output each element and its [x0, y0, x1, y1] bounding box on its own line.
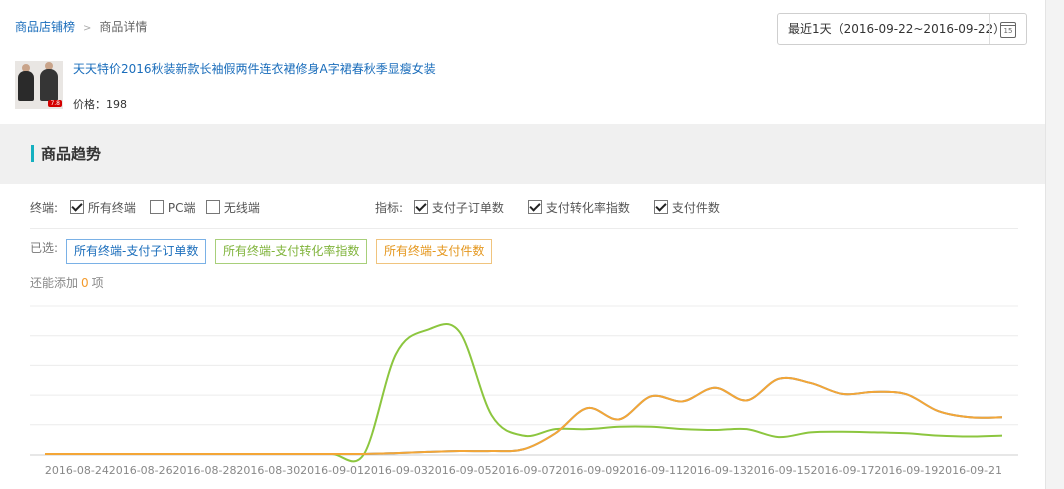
x-tick-label: 2016-08-24: [45, 464, 109, 477]
x-tick-label: 2016-08-30: [236, 464, 300, 477]
x-tick-label: 2016-09-05: [428, 464, 492, 477]
calendar-icon[interactable]: 15: [1000, 22, 1016, 38]
metric-option-pieces[interactable]: 支付件数: [654, 200, 720, 216]
metric-option-conversion[interactable]: 支付转化率指数: [528, 200, 630, 216]
selected-tag-conversion[interactable]: 所有终端-支付转化率指数: [215, 239, 368, 264]
remaining-suffix: 项: [91, 276, 104, 290]
selected-tag-orders[interactable]: 所有终端-支付子订单数: [66, 239, 207, 264]
selected-tag-pieces[interactable]: 所有终端-支付件数: [376, 239, 493, 264]
x-tick-label: 2016-09-03: [364, 464, 428, 477]
checkbox-orders[interactable]: [414, 200, 428, 214]
breadcrumb: 商品店铺榜 > 商品详情: [15, 18, 147, 35]
remaining-count: 0: [81, 276, 89, 290]
checkbox-pc[interactable]: [150, 200, 164, 214]
dress-left: [18, 71, 34, 101]
metric-option-orders[interactable]: 支付子订单数: [414, 200, 504, 216]
terminal-filter-label: 终端:: [30, 201, 59, 215]
filter-row: 终端: 所有终端 PC端 无线端 指标: 支付子订单数 支付转化率指数 支付件数: [30, 200, 1030, 220]
checkbox-all-terminals[interactable]: [70, 200, 84, 214]
date-picker-divider: [989, 14, 990, 44]
x-tick-label: 2016-09-15: [747, 464, 811, 477]
series-line-pieces: [45, 376, 1003, 456]
x-tick-label: 2016-09-13: [683, 464, 747, 477]
chevron-right-icon: >: [83, 23, 92, 34]
product-title-link[interactable]: 天天特价2016秋装新款长袖假两件连衣裙修身A字裙春秋季显瘦女装: [73, 60, 436, 77]
x-tick-label: 2016-09-21: [938, 464, 1002, 477]
remaining-slots-text: 还能添加 0 项: [30, 274, 104, 291]
x-tick-label: 2016-08-26: [109, 464, 173, 477]
trend-line-chart: 2016-08-24 2016-08-26 2016-08-28 2016-08-30…: [30, 305, 1018, 477]
terminal-option-label: PC端: [167, 201, 196, 215]
trend-section-header: 商品趋势: [0, 124, 1046, 184]
breadcrumb-current: 商品详情: [99, 20, 148, 34]
x-tick-label: 2016-09-19: [874, 464, 938, 477]
breadcrumb-parent-link[interactable]: 商品店铺榜: [15, 20, 75, 34]
date-range-picker[interactable]: 最近1天（2016-09-22~2016-09-22） 15: [777, 13, 1027, 45]
checkbox-wireless[interactable]: [206, 200, 220, 214]
metric-option-label: 支付转化率指数: [545, 201, 630, 215]
x-tick-label: 2016-09-01: [300, 464, 364, 477]
x-tick-label: 2016-08-28: [173, 464, 237, 477]
page-header: 商品店铺榜 > 商品详情 最近1天（2016-09-22~2016-09-22） 1…: [0, 0, 1046, 124]
terminal-option-all[interactable]: 所有终端: [70, 200, 136, 216]
thumbnail-price-badge: 7.8: [48, 100, 62, 107]
series-line-orders: [45, 376, 1003, 456]
dress-right: [40, 69, 58, 101]
metric-option-label: 支付件数: [671, 201, 720, 215]
product-thumbnail[interactable]: 7.8: [15, 61, 63, 109]
section-title: 商品趋势: [41, 145, 102, 163]
x-tick-label: 2016-09-11: [619, 464, 683, 477]
terminal-option-label: 无线端: [223, 201, 260, 215]
section-accent-bar: [31, 145, 34, 162]
x-tick-label: 2016-09-09: [555, 464, 619, 477]
metric-option-label: 支付子订单数: [431, 201, 504, 215]
terminal-option-pc[interactable]: PC端: [150, 200, 195, 216]
remaining-prefix: 还能添加: [30, 276, 79, 290]
x-tick-label: 2016-09-17: [811, 464, 875, 477]
terminal-option-label: 所有终端: [87, 201, 136, 215]
product-price: 价格：198: [73, 98, 127, 111]
metric-filter-label: 指标:: [375, 201, 404, 215]
checkbox-pieces[interactable]: [654, 200, 668, 214]
vertical-scrollbar[interactable]: [1045, 0, 1064, 489]
date-range-label: 最近1天（2016-09-22~2016-09-22）: [788, 22, 1006, 36]
selected-label: 已选:: [30, 241, 59, 255]
checkbox-conversion[interactable]: [528, 200, 542, 214]
divider: [30, 228, 1018, 229]
terminal-option-wireless[interactable]: 无线端: [206, 200, 260, 216]
calendar-day-number: 15: [1003, 27, 1013, 35]
x-tick-label: 2016-09-07: [492, 464, 556, 477]
